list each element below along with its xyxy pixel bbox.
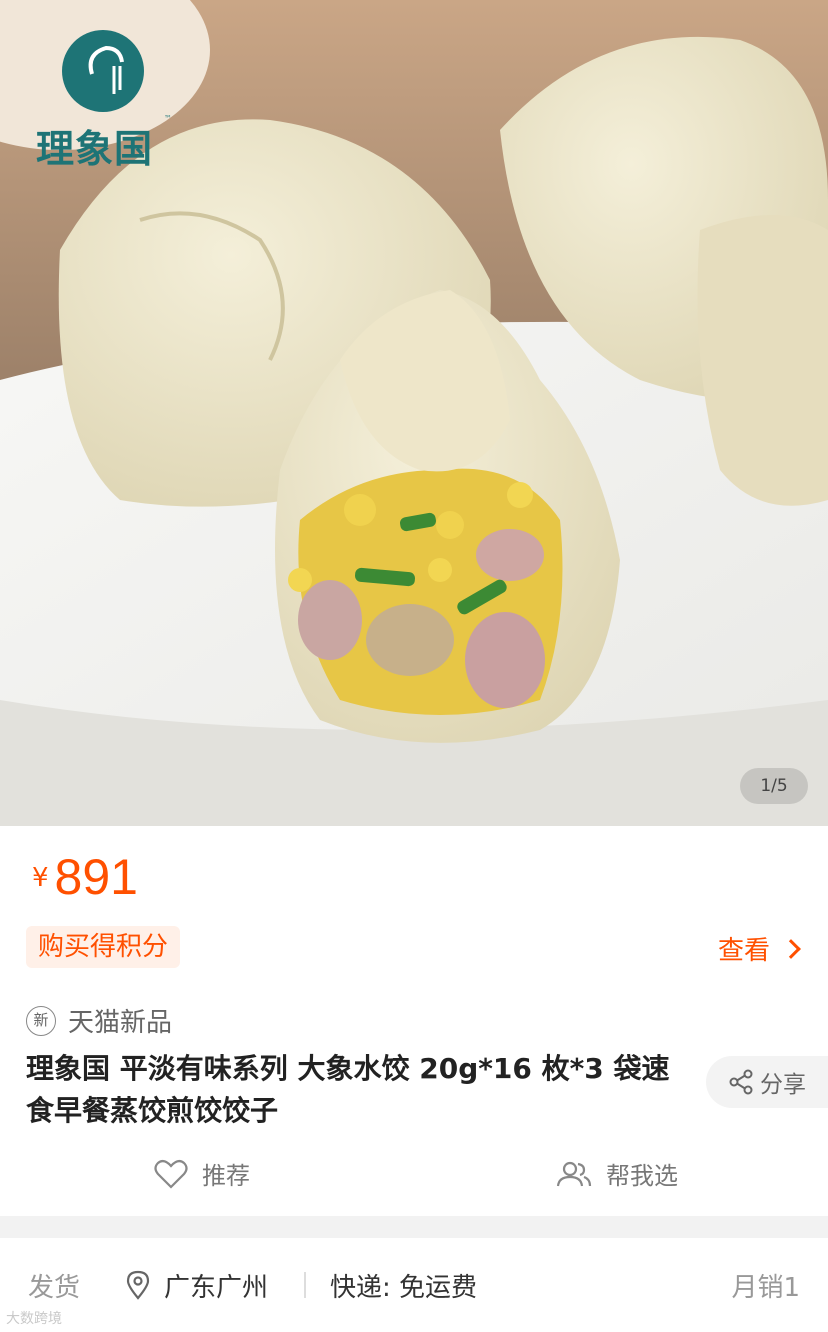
currency-symbol: ¥ (32, 863, 49, 893)
product-image-carousel[interactable]: 理象国 ™ 1/5 (0, 0, 828, 826)
monthly-sales: 月销1 (731, 1272, 800, 1303)
heart-icon (154, 1159, 188, 1189)
trademark-mark: ™ (164, 114, 172, 123)
recommend-label: 推荐 (202, 1162, 250, 1190)
divider (304, 1272, 306, 1298)
share-icon (729, 1069, 753, 1095)
elephant-logo-icon (62, 30, 144, 112)
recommend-button[interactable]: 推荐 (154, 1156, 250, 1191)
location-pin-icon (126, 1270, 150, 1300)
watermark: 大数跨境 (6, 1311, 62, 1327)
location-text: 广东广州 (164, 1272, 269, 1303)
express-info: 快递: 免运费 (330, 1272, 478, 1303)
view-points-link[interactable]: 查看 (717, 930, 801, 967)
share-button[interactable]: 分享 (706, 1056, 828, 1108)
price: ¥891 (32, 848, 138, 906)
shipping-label: 发货 (28, 1272, 81, 1303)
shipping-row[interactable]: 发货 广东广州 快递: 免运费 月销1 (0, 1238, 828, 1332)
brand-logo: 理象国 ™ (36, 30, 176, 171)
price-amount: 891 (54, 849, 138, 905)
share-label: 分享 (760, 1072, 806, 1098)
users-icon (556, 1161, 592, 1186)
image-counter: 1/5 (740, 768, 808, 804)
view-label: 查看 (717, 936, 770, 966)
tmall-new-badge: 新 天猫新品 (26, 1002, 172, 1039)
product-info-card: ¥891 购买得积分 查看 新 天猫新品 理象国 平淡有味系列 大象水饺 20g… (0, 826, 828, 1216)
new-badge-icon: 新 (26, 1005, 56, 1036)
points-tag[interactable]: 购买得积分 (26, 926, 181, 968)
help-choose-label: 帮我选 (606, 1162, 678, 1190)
badge-label: 天猫新品 (68, 1008, 173, 1038)
chevron-right-icon (781, 938, 801, 959)
brand-name: 理象国 (36, 127, 154, 171)
help-choose-button[interactable]: 帮我选 (556, 1156, 678, 1191)
product-title: 理象国 平淡有味系列 大象水饺 20g*16 枚*3 袋速食早餐蒸饺煎饺饺子 (26, 1052, 670, 1127)
shipping-location: 广东广州 (126, 1267, 268, 1304)
